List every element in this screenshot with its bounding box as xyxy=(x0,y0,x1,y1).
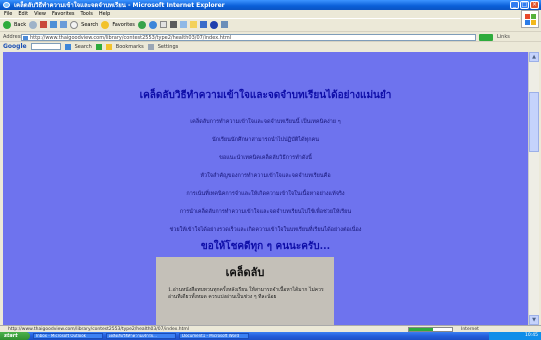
forward-arrow-icon[interactable] xyxy=(29,20,38,29)
settings-label[interactable]: Settings xyxy=(158,44,179,50)
text-line: ขอแนะนำเทคนิคเคล็ดลับวิธีการทำดังนี้ xyxy=(219,155,312,161)
google-toolbar: Google Search Bookmarks Settings xyxy=(0,41,541,51)
title-bar[interactable]: เคล็ดลับวิธีทำความเข้าใจและจดจำบทเรียน -… xyxy=(0,0,541,10)
google-search-icon[interactable] xyxy=(64,43,71,50)
tools-icon[interactable] xyxy=(220,21,228,28)
google-search-label[interactable]: Search xyxy=(75,44,92,50)
progress-fill xyxy=(409,328,433,331)
text-line: เคล็ดลับการทำความเข้าใจและจดจำบทเรียนนี้… xyxy=(190,119,341,125)
folder-icon[interactable] xyxy=(189,21,197,28)
thanks-message: ขอให้โชคดีทุก ๆ คนนะครับ... xyxy=(200,241,331,252)
refresh-icon[interactable] xyxy=(50,21,58,28)
page-headline: เคล็ดลับวิธีทำความเข้าใจและจดจำบทเรียนได… xyxy=(139,90,392,101)
taskbar: start Inbox - Microsoft Outlook เคล็ดลับ… xyxy=(0,332,541,340)
close-button[interactable]: × xyxy=(530,1,539,9)
stop-icon[interactable] xyxy=(40,21,48,28)
favorites-star-icon[interactable] xyxy=(101,20,110,29)
address-label: Address xyxy=(3,34,23,40)
menu-bar: File Edit View Favorites Tools Help xyxy=(0,10,541,18)
menu-view[interactable]: View xyxy=(34,10,46,18)
history-icon[interactable] xyxy=(148,20,157,29)
address-url: http://www.thaigoodview.com/library/cont… xyxy=(30,34,232,41)
web-page-content: เคล็ดลับวิธีทำความเข้าใจและจดจำบทเรียนได… xyxy=(3,52,528,325)
settings-icon[interactable] xyxy=(147,43,154,50)
windows-logo-icon xyxy=(521,10,539,28)
edit-icon[interactable] xyxy=(179,21,187,28)
back-arrow-icon[interactable] xyxy=(3,20,11,29)
google-search-input[interactable] xyxy=(30,43,61,50)
menu-tools[interactable]: Tools xyxy=(81,10,93,18)
window-title: เคล็ดลับวิธีทำความเข้าใจและจดจำบทเรียน -… xyxy=(14,2,225,9)
standard-toolbar: Back Search Favorites xyxy=(0,18,520,30)
text-line: การเน้นที่เทคนิคการจำและให้เกิดความเข้าใ… xyxy=(186,191,345,197)
links-label[interactable]: Links xyxy=(497,34,510,40)
vertical-scrollbar[interactable]: ▲ ▼ xyxy=(528,52,539,325)
address-input[interactable]: http://www.thaigoodview.com/library/cont… xyxy=(21,33,476,41)
bookmarks-label[interactable]: Bookmarks xyxy=(116,44,144,50)
text-line: นักเรียนนักศึกษาสามารถนำไปปฏิบัติได้ทุกค… xyxy=(211,137,320,143)
menu-edit[interactable]: Edit xyxy=(18,10,28,18)
tips-body: 1.อ่านหนังสือทบทวนทุกครั้งหลังเรียน ให้ส… xyxy=(168,287,324,300)
go-button[interactable] xyxy=(479,33,493,41)
mail-icon[interactable] xyxy=(159,21,167,28)
messenger-icon[interactable] xyxy=(199,21,207,28)
scroll-thumb[interactable] xyxy=(529,92,539,152)
system-tray-clock: 10:45 xyxy=(489,332,541,340)
menu-favorites[interactable]: Favorites xyxy=(52,10,75,18)
scroll-up-arrow-icon[interactable]: ▲ xyxy=(529,52,539,62)
taskbar-item[interactable]: Document1 - Microsoft Word xyxy=(179,333,249,339)
pagerank-icon xyxy=(95,43,102,50)
maximize-button[interactable]: □ xyxy=(520,1,529,9)
text-line: การนำเคล็ดลับการทำความเข้าใจและจดจำบทเรี… xyxy=(179,209,352,215)
ie-app-icon xyxy=(3,2,10,8)
tips-box: เคล็ดลับ 1.อ่านหนังสือทบทวนทุกครั้งหลังเ… xyxy=(156,257,334,325)
tips-title: เคล็ดลับ xyxy=(225,266,265,279)
browser-window: เคล็ดลับวิธีทำความเข้าใจและจดจำบทเรียน -… xyxy=(0,0,541,340)
google-logo[interactable]: Google xyxy=(3,43,27,50)
menu-help[interactable]: Help xyxy=(99,10,110,18)
bookmarks-star-icon[interactable] xyxy=(105,43,112,50)
favorites-label[interactable]: Favorites xyxy=(112,22,135,28)
taskbar-item[interactable]: เคล็ดลับวิธีทำความเข้าใจ... xyxy=(106,333,176,339)
bluetooth-icon[interactable] xyxy=(209,20,218,29)
print-icon[interactable] xyxy=(169,21,177,28)
search-label[interactable]: Search xyxy=(81,22,98,28)
minimize-button[interactable]: _ xyxy=(510,1,519,9)
start-button[interactable]: start xyxy=(0,332,30,340)
text-line: ช่วยให้เข้าใจได้อย่างรวดเร็วและเกิดความเ… xyxy=(169,227,362,233)
media-icon[interactable] xyxy=(137,20,146,29)
search-icon[interactable] xyxy=(70,20,79,29)
page-icon xyxy=(23,35,28,40)
home-icon[interactable] xyxy=(60,21,68,28)
back-label[interactable]: Back xyxy=(14,22,26,28)
scroll-down-arrow-icon[interactable]: ▼ xyxy=(529,315,539,325)
text-line: หัวใจสำคัญของการทำความเข้าใจและจดจำบทเรี… xyxy=(200,173,331,179)
taskbar-item[interactable]: Inbox - Microsoft Outlook xyxy=(33,333,103,339)
menu-file[interactable]: File xyxy=(4,10,12,18)
